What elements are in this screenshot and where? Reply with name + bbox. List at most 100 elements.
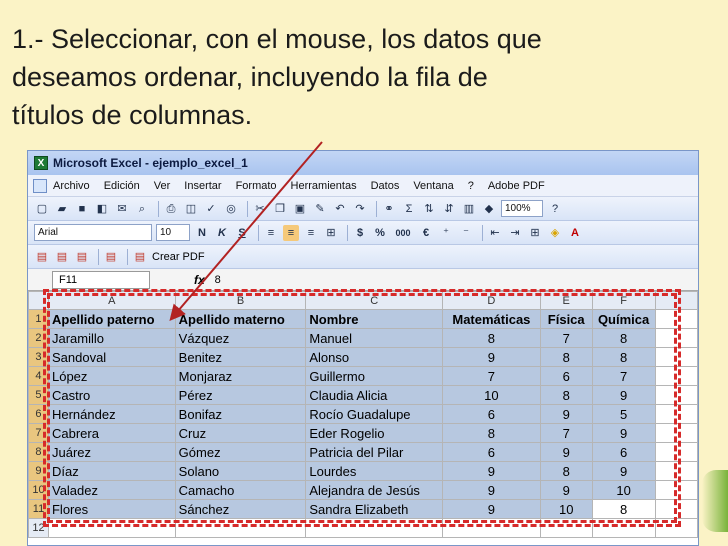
cell[interactable]: Valadez bbox=[47, 480, 176, 500]
cell[interactable]: Díaz bbox=[47, 461, 176, 481]
row-header[interactable]: 4 bbox=[28, 366, 49, 386]
cell[interactable]: 8 bbox=[591, 347, 656, 367]
menu-formato[interactable]: Formato bbox=[236, 180, 277, 192]
menu-datos[interactable]: Datos bbox=[371, 180, 400, 192]
menu-archivo[interactable]: Archivo bbox=[53, 180, 90, 192]
cell[interactable]: Cabrera bbox=[47, 423, 176, 443]
merge-center-icon[interactable]: ⊞ bbox=[323, 225, 339, 241]
print-preview-icon[interactable]: ◫ bbox=[183, 201, 199, 217]
header-cell[interactable]: Nombre bbox=[305, 309, 444, 329]
cell[interactable] bbox=[654, 480, 698, 500]
cell[interactable] bbox=[174, 518, 307, 538]
name-box[interactable]: F11 bbox=[52, 270, 150, 289]
font-color-icon[interactable]: A bbox=[567, 225, 583, 241]
cell[interactable] bbox=[654, 423, 698, 443]
cell[interactable]: 9 bbox=[591, 423, 656, 443]
hyperlink-icon[interactable]: ⚭ bbox=[381, 201, 397, 217]
cell[interactable]: 8 bbox=[539, 385, 593, 405]
cell[interactable]: 7 bbox=[591, 366, 656, 386]
cell[interactable]: Vázquez bbox=[174, 328, 307, 348]
percent-button[interactable]: % bbox=[372, 225, 388, 241]
row-header[interactable]: 7 bbox=[28, 423, 49, 443]
cell[interactable]: 6 bbox=[442, 442, 541, 462]
research-icon[interactable]: ◎ bbox=[223, 201, 239, 217]
row-header[interactable]: 3 bbox=[28, 347, 49, 367]
sort-descending-icon[interactable]: ⇵ bbox=[441, 201, 457, 217]
pdf-email-icon[interactable]: ▤ bbox=[54, 249, 70, 265]
cell[interactable] bbox=[654, 347, 698, 367]
cell[interactable]: 9 bbox=[442, 480, 541, 500]
column-header[interactable]: A bbox=[47, 291, 176, 310]
save-icon[interactable]: ■ bbox=[74, 201, 90, 217]
active-cell[interactable]: 8 bbox=[591, 499, 656, 519]
cell[interactable] bbox=[591, 518, 656, 538]
menu-insertar[interactable]: Insertar bbox=[184, 180, 221, 192]
pdf-review-icon[interactable]: ▤ bbox=[74, 249, 90, 265]
open-folder-icon[interactable]: ▰ bbox=[54, 201, 70, 217]
cell[interactable]: Hernández bbox=[47, 404, 176, 424]
cell[interactable] bbox=[654, 499, 698, 519]
cell[interactable]: Camacho bbox=[174, 480, 307, 500]
cell[interactable] bbox=[539, 518, 593, 538]
decrease-indent-icon[interactable]: ⇤ bbox=[487, 225, 503, 241]
cell[interactable]: 9 bbox=[539, 480, 593, 500]
column-header[interactable]: E bbox=[539, 291, 593, 310]
search-icon[interactable]: ⌕ bbox=[134, 201, 150, 217]
header-cell[interactable]: Física bbox=[539, 309, 593, 329]
row-header[interactable]: 8 bbox=[28, 442, 49, 462]
menu-edicion[interactable]: Edición bbox=[104, 180, 140, 192]
undo-icon[interactable]: ↶ bbox=[332, 201, 348, 217]
align-right-icon[interactable]: ≡ bbox=[303, 225, 319, 241]
row-header[interactable]: 10 bbox=[28, 480, 49, 500]
cell[interactable]: Lourdes bbox=[305, 461, 444, 481]
copy-icon[interactable]: ❐ bbox=[272, 201, 288, 217]
redo-icon[interactable]: ↷ bbox=[352, 201, 368, 217]
cell[interactable]: 6 bbox=[539, 366, 593, 386]
help-icon[interactable]: ? bbox=[547, 201, 563, 217]
cell[interactable]: Flores bbox=[47, 499, 176, 519]
cut-icon[interactable]: ✂ bbox=[252, 201, 268, 217]
euro-button[interactable]: € bbox=[418, 225, 434, 241]
chart-wizard-icon[interactable]: ▥ bbox=[461, 201, 477, 217]
column-header[interactable]: B bbox=[174, 291, 307, 310]
row-header[interactable]: 12 bbox=[28, 518, 49, 538]
column-header[interactable] bbox=[654, 291, 698, 310]
cell[interactable] bbox=[654, 442, 698, 462]
cell[interactable]: Pérez bbox=[174, 385, 307, 405]
cell[interactable]: Alejandra de Jesús bbox=[305, 480, 444, 500]
cell[interactable]: 9 bbox=[591, 461, 656, 481]
bold-button[interactable]: N bbox=[194, 225, 210, 241]
row-header[interactable]: 5 bbox=[28, 385, 49, 405]
row-header[interactable]: 2 bbox=[28, 328, 49, 348]
crear-pdf-button[interactable]: Crear PDF bbox=[152, 251, 205, 263]
drawing-icon[interactable]: ◆ bbox=[481, 201, 497, 217]
cell[interactable] bbox=[654, 385, 698, 405]
pdf-convert-icon[interactable]: ▤ bbox=[34, 249, 50, 265]
row-header[interactable]: 1 bbox=[28, 309, 49, 329]
cell[interactable]: Sandra Elizabeth bbox=[305, 499, 444, 519]
cell[interactable] bbox=[305, 518, 444, 538]
menu-ver[interactable]: Ver bbox=[154, 180, 171, 192]
cell[interactable]: 9 bbox=[442, 499, 541, 519]
fx-icon[interactable]: fx bbox=[194, 273, 205, 287]
cell[interactable]: Claudia Alicia bbox=[305, 385, 444, 405]
cell[interactable]: Monjaraz bbox=[174, 366, 307, 386]
cell[interactable]: 8 bbox=[442, 423, 541, 443]
cell[interactable]: López bbox=[47, 366, 176, 386]
cell[interactable]: 7 bbox=[442, 366, 541, 386]
email-icon[interactable]: ✉ bbox=[114, 201, 130, 217]
cell[interactable]: 8 bbox=[591, 328, 656, 348]
cell[interactable]: 10 bbox=[591, 480, 656, 500]
row-header[interactable]: 6 bbox=[28, 404, 49, 424]
increase-indent-icon[interactable]: ⇥ bbox=[507, 225, 523, 241]
cell[interactable] bbox=[654, 404, 698, 424]
row-header[interactable]: 9 bbox=[28, 461, 49, 481]
cell[interactable] bbox=[47, 518, 176, 538]
cell[interactable] bbox=[654, 461, 698, 481]
header-cell[interactable]: Apellido paterno bbox=[47, 309, 176, 329]
cell[interactable]: 6 bbox=[442, 404, 541, 424]
spelling-icon[interactable]: ✓ bbox=[203, 201, 219, 217]
cell[interactable] bbox=[654, 328, 698, 348]
column-header[interactable]: D bbox=[442, 291, 541, 310]
menu-ventana[interactable]: Ventana bbox=[413, 180, 453, 192]
